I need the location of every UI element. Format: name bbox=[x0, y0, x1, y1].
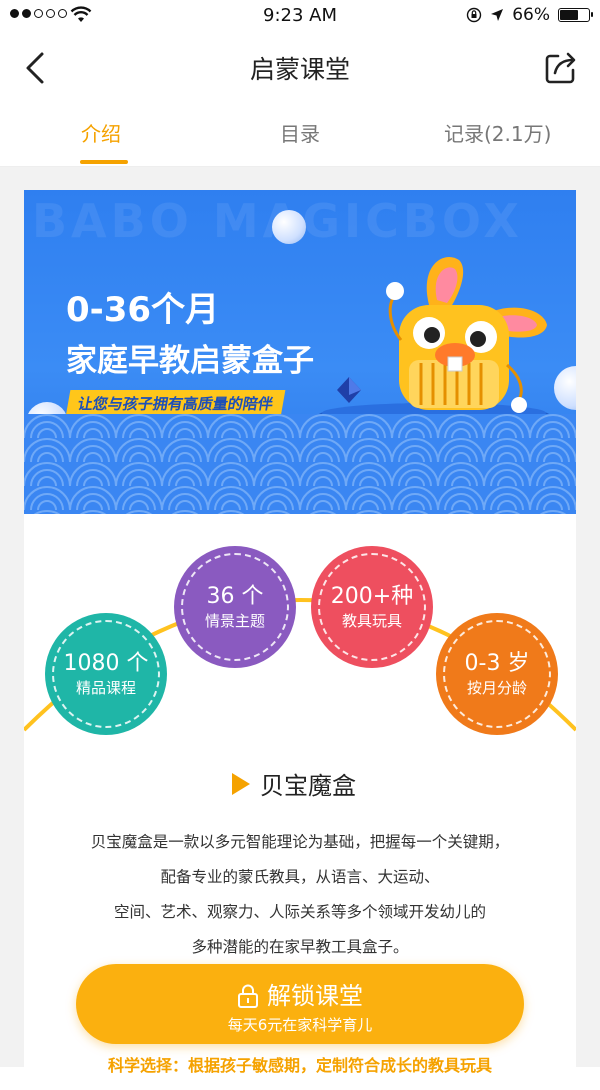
section-heading: 贝宝魔盒 bbox=[232, 766, 356, 801]
share-icon[interactable] bbox=[542, 48, 580, 86]
bunny-mascot-illustration bbox=[316, 257, 552, 431]
stat-value: 36 个 bbox=[206, 584, 264, 609]
pearl-decoration bbox=[272, 210, 306, 244]
stat-value: 1080 个 bbox=[63, 651, 149, 676]
stat-value: 200+种 bbox=[330, 584, 414, 609]
stat-circle-toys: 200+种 教具玩具 bbox=[311, 546, 433, 668]
banner-tagline: 让您与孩子拥有高质量的陪伴 bbox=[65, 390, 286, 417]
tab-catalog[interactable]: 目录 bbox=[280, 118, 320, 147]
stat-label: 按月分龄 bbox=[466, 679, 527, 697]
nav-bar: 启蒙课堂 bbox=[0, 32, 600, 102]
tab-records[interactable]: 记录(2.1万) bbox=[444, 118, 551, 147]
tab-intro[interactable]: 介绍 bbox=[81, 118, 121, 147]
promo-banner: BABO MAGICBOX 0-36个月 家庭早教启蒙盒子 让您与孩子拥有高质量… bbox=[24, 190, 576, 514]
page-title: 启蒙课堂 bbox=[249, 55, 350, 84]
battery-percent: 66% bbox=[512, 5, 550, 25]
tab-bar: 介绍 目录 记录(2.1万) bbox=[0, 104, 600, 167]
stat-circle-courses: 1080 个 精品课程 bbox=[45, 613, 167, 735]
stat-value: 0-3 岁 bbox=[464, 651, 530, 676]
stat-circle-ages: 0-3 岁 按月分龄 bbox=[436, 613, 558, 735]
description-line: 配备专业的蒙氏教具，从语言、大运动、 bbox=[160, 868, 440, 886]
banner-headline-product: 家庭早教启蒙盒子 bbox=[66, 343, 314, 379]
stat-label: 情景主题 bbox=[204, 612, 265, 630]
lock-icon bbox=[238, 984, 258, 1008]
wave-pattern-decoration bbox=[24, 414, 576, 514]
unlock-button-label: 解锁课堂 bbox=[267, 982, 363, 1010]
stat-circle-themes: 36 个 情景主题 bbox=[174, 546, 296, 668]
unlock-course-button[interactable]: 解锁课堂 每天6元在家科学育儿 bbox=[76, 964, 524, 1044]
description-line: 贝宝魔盒是一款以多元智能理论为基础，把握每一个关键期， bbox=[90, 833, 510, 851]
section-title: 贝宝魔盒 bbox=[260, 772, 356, 800]
unlock-button-subtitle: 每天6元在家科学育儿 bbox=[227, 1016, 373, 1034]
description-line: 多种潜能的在家早教工具盒子。 bbox=[191, 938, 409, 956]
status-bar: 9:23 AM 66% bbox=[0, 0, 600, 32]
orientation-lock-icon bbox=[467, 7, 482, 23]
feature-highlight-text: 科学选择：根据孩子敏感期，定制符合成长的教具玩具 bbox=[107, 1056, 492, 1075]
stat-label: 教具玩具 bbox=[341, 612, 402, 630]
banner-headline-age: 0-36个月 bbox=[66, 290, 220, 330]
stat-label: 精品课程 bbox=[75, 679, 136, 697]
location-arrow-icon bbox=[491, 9, 504, 21]
description-line: 空间、艺术、观察力、人际关系等多个领域开发幼儿的 bbox=[113, 903, 486, 921]
tab-active-indicator bbox=[80, 160, 128, 164]
section-description: 贝宝魔盒是一款以多元智能理论为基础，把握每一个关键期， 配备专业的蒙氏教具，从语… bbox=[24, 825, 576, 965]
battery-icon bbox=[558, 8, 593, 22]
play-triangle-icon bbox=[232, 772, 250, 795]
